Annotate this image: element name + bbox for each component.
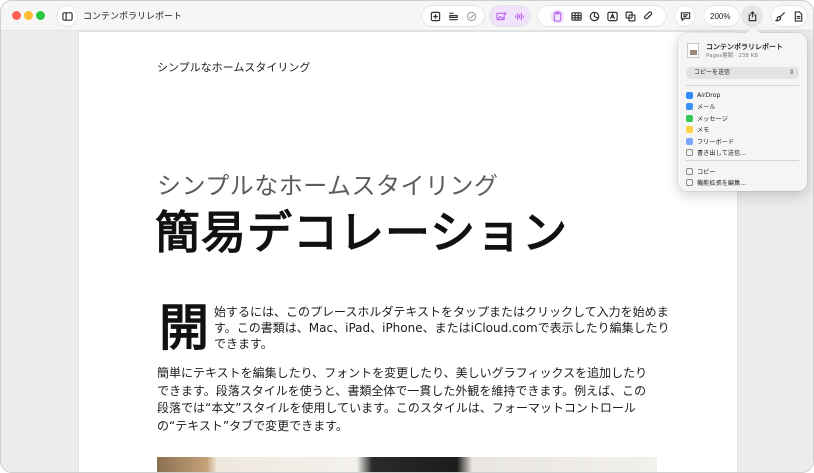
send-copy-value: コピーを送信 (694, 69, 731, 76)
fullscreen-window-button[interactable] (36, 11, 45, 20)
comment-icon (680, 11, 690, 21)
freeform-icon (686, 137, 693, 145)
pie-chart-icon (589, 11, 599, 21)
share-item-label: AirDrop (697, 91, 721, 99)
shape-button[interactable] (625, 11, 636, 22)
page-header[interactable]: シンプルなホームスタイリング (157, 59, 310, 75)
mail-icon (686, 103, 693, 110)
comment-reaction-button[interactable] (466, 11, 477, 22)
add-image-button[interactable] (495, 11, 507, 22)
minimize-window-button[interactable] (24, 11, 33, 20)
document-inspector-button[interactable] (793, 10, 804, 22)
share-item-label: 機能拡張を編集... (697, 180, 747, 187)
airdrop-icon (686, 91, 693, 99)
body-paragraph-2[interactable]: 簡単にテキストを編集したり、フォントを変更したり、美しいグラフィックスを追加した… (157, 365, 649, 435)
share-icon (748, 10, 756, 21)
share-item[interactable]: メール (686, 102, 799, 112)
zoom-menu-button[interactable]: 200% (704, 6, 739, 26)
popover-divider (686, 85, 799, 86)
notes-icon (686, 126, 693, 133)
insert-group (422, 6, 484, 26)
share-item-label: メモ (697, 127, 710, 134)
document-page[interactable]: シンプルなホームスタイリング シンプルなホームスタイリング 簡易デコレーション … (79, 32, 737, 472)
share-item[interactable]: メッセージ (686, 113, 799, 123)
paste-button[interactable] (550, 9, 564, 23)
audio-button[interactable] (514, 11, 525, 22)
messages-icon (686, 114, 693, 122)
document-title-heading[interactable]: 簡易デコレーション (155, 196, 568, 261)
add-page-button[interactable] (430, 11, 441, 22)
document-photo[interactable] (157, 457, 657, 472)
popover-divider (686, 160, 799, 161)
text-box-button[interactable] (606, 11, 618, 22)
share-button[interactable] (742, 6, 762, 26)
chevron-down-icon (732, 15, 733, 17)
sidebar-toggle-button[interactable] (57, 6, 77, 26)
extensions-icon (686, 179, 693, 186)
inspector-group (771, 6, 807, 26)
share-item-label: 書き出して送信... (697, 150, 747, 157)
document-icon (794, 10, 802, 22)
text-style-button[interactable] (448, 11, 459, 22)
drop-cap[interactable]: 開 (159, 302, 209, 354)
share-item[interactable]: 書き出して送信... (686, 148, 799, 158)
clipboard-icon (553, 10, 561, 22)
share-item-label: フリーボード (697, 138, 735, 146)
table-button[interactable] (570, 11, 582, 22)
shape-icon (625, 11, 635, 21)
zoom-level: 200% (710, 11, 731, 21)
comment-button[interactable] (675, 6, 695, 26)
format-button[interactable] (774, 11, 786, 22)
attachment-button[interactable] (643, 10, 654, 22)
share-item-label: メール (697, 104, 716, 111)
pages-window: コンテンポラリレポート 200% シンプルなホームスタイリング シンプルなホーム… (0, 0, 814, 473)
photo-add-icon (495, 11, 507, 20)
share-item[interactable]: メモ (686, 125, 799, 135)
objects-group (538, 6, 666, 26)
text-paragraph-icon (448, 12, 458, 20)
share-item[interactable]: コピー (686, 166, 799, 176)
textbox-icon (606, 11, 618, 21)
paintbrush-icon (774, 11, 785, 21)
sidebar-icon (61, 11, 73, 21)
close-window-button[interactable] (12, 11, 21, 20)
share-file-meta: Pages書類 · 238 KB (706, 53, 759, 59)
media-group (490, 6, 530, 26)
share-item-label: コピー (697, 168, 716, 176)
toolbar: コンテンポラリレポート 200% (1, 1, 813, 31)
share-popover: コンテンポラリレポート Pages書類 · 238 KB コピーを送信 ⇕ Ai… (678, 33, 807, 191)
waveform-icon (514, 12, 524, 20)
copy-icon (686, 167, 693, 175)
paperclip-icon (643, 10, 652, 19)
share-item[interactable]: フリーボード (686, 136, 799, 146)
file-thumbnail (687, 43, 699, 58)
share-item[interactable]: AirDrop (686, 90, 799, 100)
export-icon (686, 149, 693, 156)
document-title: コンテンポラリレポート (83, 11, 183, 21)
checkmark-circle-icon (466, 11, 476, 21)
updown-chevron-icon: ⇕ (788, 69, 794, 76)
table-icon (570, 11, 582, 21)
share-item-label: メッセージ (697, 115, 728, 123)
chart-button[interactable] (589, 11, 600, 22)
body-paragraph-1[interactable]: 始するには、このプレースホルダテキストをタップまたはクリックして入力を始めます。… (214, 304, 676, 352)
add-page-icon (430, 11, 440, 21)
share-item[interactable]: 機能拡張を編集... (686, 178, 799, 188)
send-copy-select[interactable]: コピーを送信 ⇕ (686, 67, 799, 79)
